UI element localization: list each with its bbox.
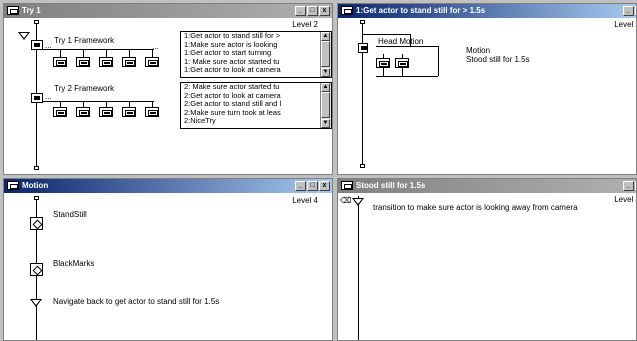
scroll-up-button[interactable]: ▲ (321, 83, 330, 92)
blackmarks-step-icon[interactable] (30, 263, 43, 276)
window-buttons: _ □ x (295, 181, 330, 191)
blackmarks-label: BlackMarks (53, 259, 95, 268)
stood-still-label: Stood still for 1.5s (466, 55, 530, 64)
main-connector (358, 196, 359, 340)
standstill-step-icon[interactable] (30, 217, 43, 230)
minimize-button[interactable]: _ (623, 181, 634, 191)
leaf-node-icon[interactable] (76, 57, 90, 67)
branch-2-label: Try 2 Framework (54, 84, 115, 93)
titlebar-get-actor[interactable]: 1:Get actor to stand still for > 1.5s _ … (338, 4, 636, 18)
leaf-node-icon[interactable] (145, 57, 159, 67)
window-icon (341, 5, 353, 15)
branch-2-bar (42, 101, 154, 102)
motion-leaf-icon[interactable] (376, 58, 390, 68)
leaf-node-icon[interactable] (53, 57, 67, 67)
window-title: Try 1 (22, 6, 41, 15)
leaf-node-icon[interactable] (99, 107, 113, 117)
start-terminal-icon (34, 196, 39, 200)
stood-still-leaf-icon[interactable] (395, 58, 409, 68)
window-title: Stood still for 1.5s (356, 181, 426, 190)
window-title: Motion (22, 181, 49, 190)
scrollbar[interactable]: ▲ ▼ (320, 83, 331, 128)
leaf-node-icon[interactable] (53, 107, 67, 117)
listbox-try-2[interactable]: 2: Make sure actor started tu 2:Get acto… (180, 82, 332, 129)
leaf-node-icon[interactable] (76, 107, 90, 117)
titlebar-motion[interactable]: Motion _ □ x (4, 179, 332, 193)
titlebar-stood-still[interactable]: Stood still for 1.5s _ □ (338, 179, 636, 193)
loop-bottom (376, 76, 438, 77)
head-motion-node-icon[interactable] (358, 43, 368, 53)
scroll-thumb[interactable] (321, 92, 330, 118)
close-button[interactable]: x (319, 181, 330, 191)
leaf-node-icon[interactable] (122, 57, 136, 67)
motion-label: Motion (466, 46, 491, 55)
transition-icon[interactable] (30, 299, 42, 307)
minimize-button[interactable]: _ (295, 6, 306, 16)
loop-top (376, 46, 438, 47)
end-terminal-icon (34, 166, 39, 170)
navigate-back-label: Navigate back to get actor to stand stil… (53, 297, 220, 306)
branch-1-label: Try 1 Framework (54, 36, 115, 45)
entry-arrow-icon (18, 32, 30, 40)
start-terminal-icon (34, 20, 39, 24)
start-terminal-icon (360, 20, 365, 24)
level-label: Level 3 (614, 20, 636, 29)
leaf-node-icon[interactable] (145, 107, 159, 117)
level-label: Level 2 (292, 20, 318, 29)
window-motion[interactable]: Motion _ □ x Level 4 StandStill BlackMar… (3, 178, 333, 341)
window-buttons: _ □ x (295, 6, 330, 16)
window-icon (7, 180, 19, 190)
listbox-try-1[interactable]: 1:Get actor to stand still for > 1:Make … (180, 31, 332, 78)
scroll-down-button[interactable]: ▼ (321, 119, 330, 128)
end-terminal-icon (360, 164, 365, 168)
window-stood-still[interactable]: Stood still for 1.5s _ □ Level 4 ⌫ trans… (337, 178, 637, 341)
window-title: 1:Get actor to stand still for > 1.5s (356, 6, 486, 15)
window-try-1[interactable]: Try 1 _ □ x Level 2 Try 1 Framework ... … (3, 3, 333, 175)
entry-mark-icon: ⌫ (340, 196, 352, 205)
level-label: Level 4 (292, 196, 318, 205)
maximize-button[interactable]: □ (307, 6, 318, 16)
leaf-node-icon[interactable] (122, 107, 136, 117)
titlebar-try-1[interactable]: Try 1 _ □ x (4, 4, 332, 18)
transition-label: transition to make sure actor is looking… (373, 203, 578, 212)
standstill-label: StandStill (53, 210, 87, 219)
window-icon (7, 5, 19, 15)
branch-2-ellipsis: ... (45, 92, 52, 101)
close-button[interactable]: x (319, 6, 330, 16)
minimize-button[interactable]: _ (623, 6, 634, 16)
branch-bar (362, 34, 410, 35)
transition-icon[interactable] (352, 198, 364, 206)
maximize-button[interactable]: □ (307, 181, 318, 191)
window-buttons: _ □ (623, 6, 636, 16)
minimize-button[interactable]: _ (295, 181, 306, 191)
scroll-down-button[interactable]: ▼ (321, 68, 330, 77)
window-icon (341, 180, 353, 190)
level-label: Level 4 (614, 195, 636, 204)
leaf-node-icon[interactable] (99, 57, 113, 67)
window-buttons: _ □ (623, 181, 636, 191)
scroll-up-button[interactable]: ▲ (321, 32, 330, 41)
scrollbar[interactable]: ▲ ▼ (320, 32, 331, 77)
head-motion-label: Head Motion (378, 37, 424, 46)
loop-right (438, 46, 439, 76)
list-item[interactable]: 1:Get actor to look at camera (181, 65, 331, 75)
scroll-thumb[interactable] (321, 41, 330, 67)
branch-1-bar (42, 49, 154, 50)
window-get-actor[interactable]: 1:Get actor to stand still for > 1.5s _ … (337, 3, 637, 175)
list-item[interactable]: 2:NiceTry (181, 116, 331, 126)
branch-1-more: ... (152, 42, 159, 51)
